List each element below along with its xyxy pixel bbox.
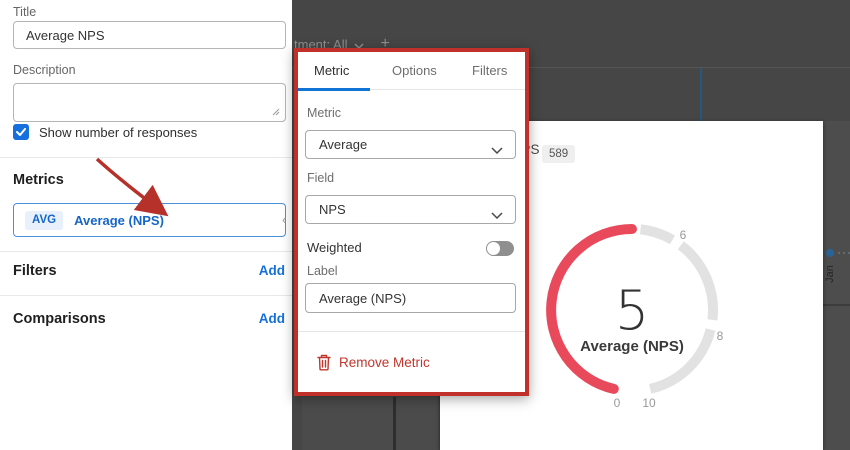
popup-pointer-caret: ‹ xyxy=(282,212,286,227)
tab-options[interactable]: Options xyxy=(392,63,437,78)
tab-filters[interactable]: Filters xyxy=(472,63,507,78)
background-chart-line xyxy=(700,68,702,121)
show-responses-row[interactable]: Show number of responses xyxy=(13,124,197,140)
gauge-tick-6: 6 xyxy=(680,228,687,242)
gauge-track-arc-1 xyxy=(641,229,673,240)
toggle-knob xyxy=(487,242,500,255)
tile-gap-divider xyxy=(393,397,396,450)
add-filter-link[interactable]: Add xyxy=(259,263,285,278)
chart-data-point-dot xyxy=(826,249,834,257)
metric-label-input[interactable] xyxy=(305,283,516,313)
textarea-resize-grip-icon[interactable] xyxy=(272,108,280,116)
axis-month-label: Jan xyxy=(823,261,837,287)
popup-divider xyxy=(298,331,525,332)
show-responses-checkbox[interactable] xyxy=(13,124,29,140)
section-divider xyxy=(0,251,292,252)
tab-metric[interactable]: Metric xyxy=(314,63,349,78)
title-field-label: Title xyxy=(13,5,36,19)
metric-dropdown[interactable]: Average xyxy=(305,130,516,159)
metrics-section-header: Metrics xyxy=(13,172,64,188)
weighted-label: Weighted xyxy=(307,240,362,255)
description-textarea[interactable] xyxy=(13,83,286,122)
trash-icon xyxy=(317,354,331,371)
weighted-toggle[interactable] xyxy=(486,241,514,256)
active-tab-underline xyxy=(298,88,370,91)
show-responses-label: Show number of responses xyxy=(39,125,197,140)
gauge-tick-0: 0 xyxy=(614,396,621,410)
metric-aggregation-chip: AVG xyxy=(25,211,63,230)
label-input-label: Label xyxy=(307,264,338,278)
chevron-down-icon xyxy=(491,142,503,157)
metric-dropdown-label: Metric xyxy=(307,106,341,120)
checkmark-icon xyxy=(16,128,26,136)
description-field-label: Description xyxy=(13,63,76,77)
metric-editor-popup: Metric Options Filters Metric Average Fi… xyxy=(294,48,529,396)
section-divider xyxy=(0,295,292,296)
filters-section-header: Filters xyxy=(13,263,57,279)
gauge-tick-10: 10 xyxy=(642,396,656,410)
chart-dotted-line xyxy=(838,252,840,254)
popup-tab-bar: Metric Options Filters xyxy=(298,52,525,90)
field-dropdown-label: Field xyxy=(307,171,334,185)
remove-metric-label: Remove Metric xyxy=(339,355,430,370)
metric-dropdown-value: Average xyxy=(319,137,367,152)
background-chart-strip: Jan xyxy=(823,121,850,450)
add-comparison-link[interactable]: Add xyxy=(259,311,285,326)
widget-editor-screen: tment: All + Jan Average NPS 589 0 6 8 1… xyxy=(0,0,850,450)
remove-metric-button[interactable]: Remove Metric xyxy=(317,350,430,374)
title-input[interactable] xyxy=(13,21,286,49)
dimmed-widget-tiles xyxy=(302,397,438,450)
field-dropdown[interactable]: NPS xyxy=(305,195,516,224)
comparisons-section-header: Comparisons xyxy=(13,311,106,327)
field-dropdown-value: NPS xyxy=(319,202,346,217)
chevron-down-icon xyxy=(491,207,503,222)
gauge-center-value: 5 xyxy=(572,284,692,338)
annotation-arrow xyxy=(88,150,183,230)
strip-divider-line xyxy=(823,304,850,306)
gauge-center-caption: Average (NPS) xyxy=(532,338,732,355)
